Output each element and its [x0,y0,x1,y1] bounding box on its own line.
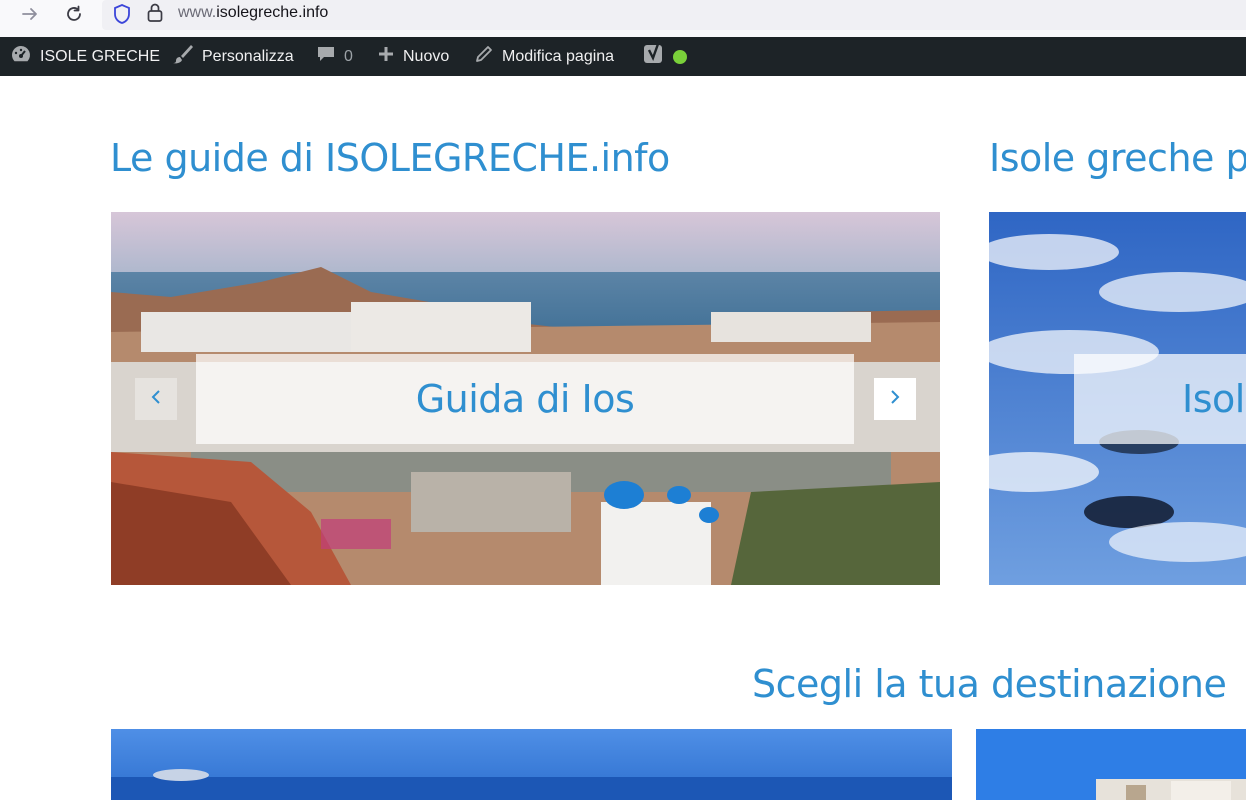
destination-card-1[interactable] [111,729,952,800]
admin-comments-link[interactable]: 0 [316,37,353,76]
plus-icon [377,45,395,68]
url-domain: isolegreche.info [216,4,329,21]
chevron-right-icon [889,389,901,410]
admin-edit-page-label: Modifica pagina [502,47,615,65]
slide-caption-box[interactable]: Guida di Ios [196,354,854,444]
admin-new-label: Nuovo [403,47,450,65]
yoast-seo-icon [643,42,665,71]
destination-image-2 [976,729,1246,800]
destinations-section-title: Scegli la tua destinazione [752,662,1227,706]
guides-section-title: Le guide di ISOLEGRECHE.info [110,136,670,180]
chevron-left-icon [150,389,162,410]
wp-admin-bar: ISOLE GRECHE Personalizza 0 Nuovo Modifi… [0,37,1246,76]
url-prefix: www. [178,4,217,21]
pencil-icon [474,44,494,69]
shield-icon[interactable] [112,3,132,30]
seo-status-dot [673,49,687,64]
second-slide-caption[interactable]: Isole [1182,377,1246,421]
dashboard-icon [10,44,32,69]
destination-card-2[interactable] [976,729,1246,800]
admin-customize-link[interactable]: Personalizza [172,37,294,76]
url-text[interactable]: www.isolegreche.info [178,4,328,22]
brush-icon [172,43,194,70]
admin-comments-count: 0 [344,47,353,65]
slide-caption[interactable]: Guida di Ios [416,377,635,421]
admin-new-link[interactable]: Nuovo [377,37,449,76]
admin-customize-label: Personalizza [202,47,294,65]
admin-seo-menu[interactable] [643,37,687,76]
second-slide-caption-box[interactable]: Isole [1074,354,1246,444]
second-slider[interactable]: Isole [989,212,1246,585]
admin-edit-page-link[interactable]: Modifica pagina [474,37,614,76]
comment-icon [316,44,336,69]
slider-next-button[interactable] [874,378,916,420]
second-section-title: Isole greche per [989,136,1246,180]
admin-site-name: ISOLE GRECHE [40,47,161,65]
lock-icon[interactable] [146,2,164,29]
slider-prev-button[interactable] [135,378,177,420]
reload-icon[interactable] [60,3,88,25]
destination-image-1 [111,729,952,800]
browser-toolbar: www.isolegreche.info [0,0,1246,37]
forward-icon[interactable] [16,3,44,25]
guides-slider[interactable]: Guida di Ios [111,212,940,585]
url-bar[interactable]: www.isolegreche.info [102,0,1246,30]
admin-site-name-link[interactable]: ISOLE GRECHE [10,37,160,76]
